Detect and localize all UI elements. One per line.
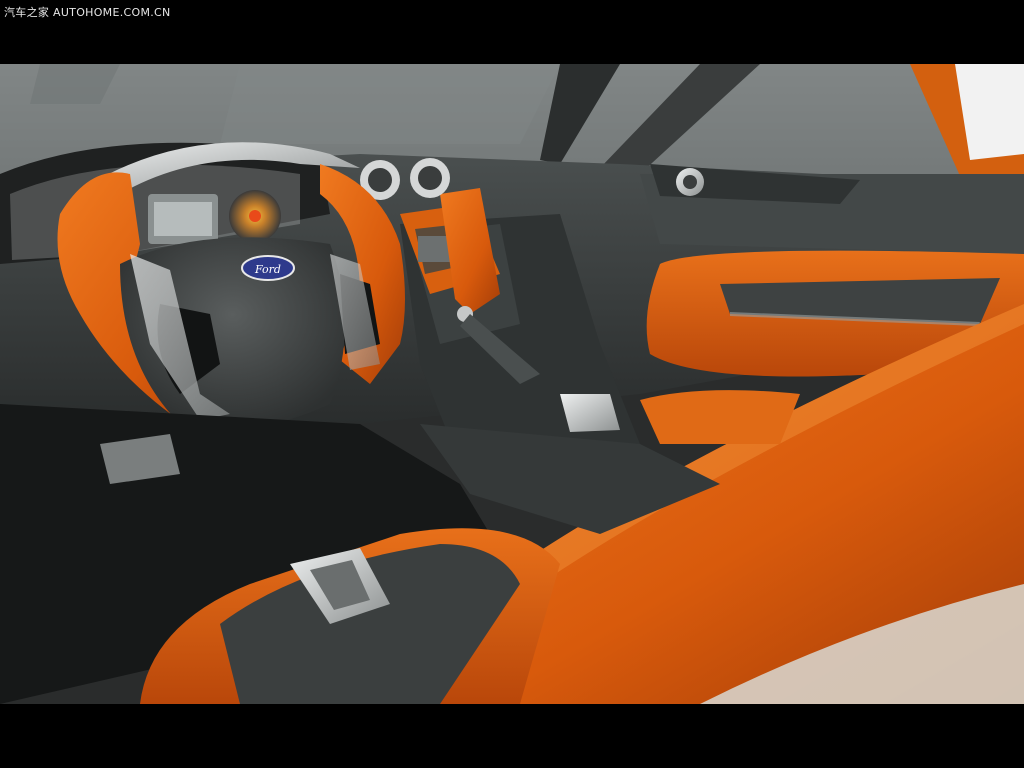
console-button: [560, 394, 620, 432]
bottom-letterbox-bar: [0, 704, 1024, 768]
ford-badge-text: Ford: [254, 263, 281, 276]
watermark-text: 汽车之家 AUTOHOME.COM.CN: [4, 6, 171, 19]
car-interior-photo: Ford: [0, 64, 1024, 704]
